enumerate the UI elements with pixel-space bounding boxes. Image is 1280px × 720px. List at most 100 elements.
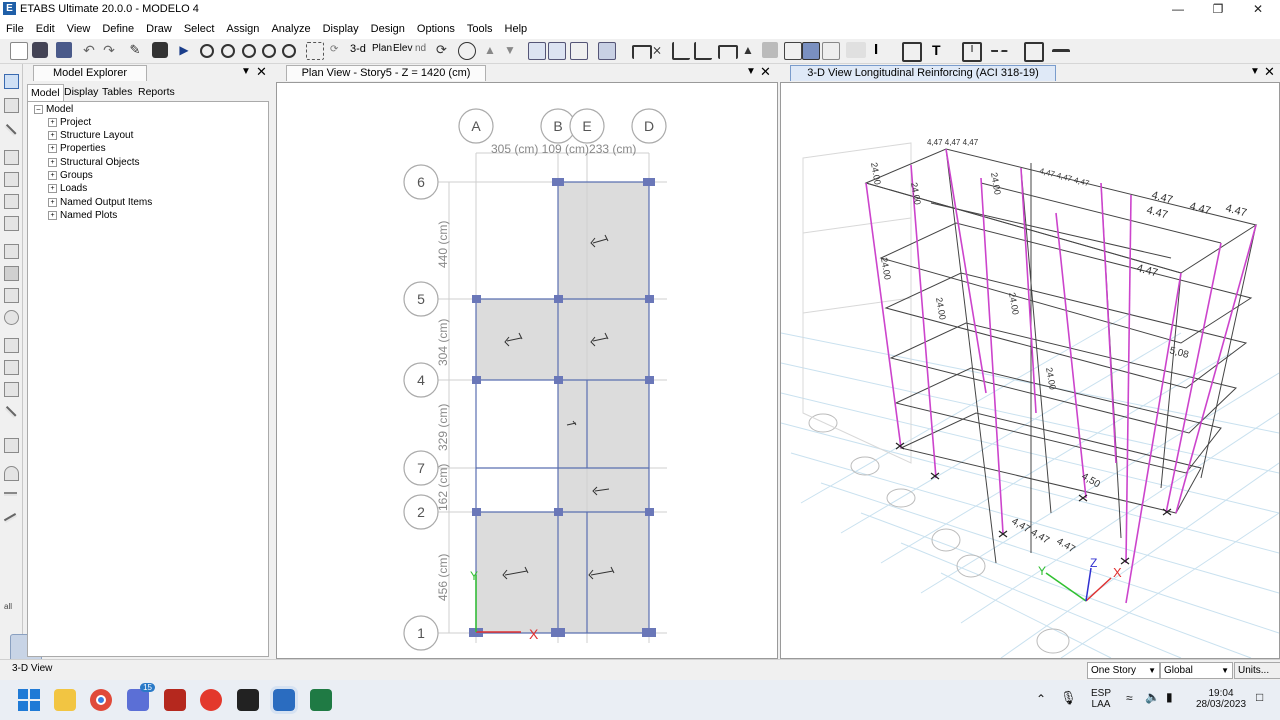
rotate-icon[interactable]: ⟳ <box>436 42 452 58</box>
expand-icon[interactable]: + <box>48 157 57 167</box>
tree-item-loads[interactable]: + Loads <box>48 183 87 195</box>
deselect-icon[interactable] <box>570 42 588 60</box>
collapse-icon[interactable]: – <box>34 104 43 114</box>
draw-dimension-icon[interactable] <box>4 405 17 419</box>
view3d-canvas[interactable]: 4,47 4,47 4,47 4,47 4,47 4,47 4.47 4.47 … <box>780 82 1280 659</box>
input-language[interactable]: ESP LAA <box>1088 688 1114 710</box>
menu-assign[interactable]: Assign <box>220 19 265 39</box>
zoom-out-icon[interactable] <box>282 44 296 58</box>
zoom-restore-icon[interactable] <box>221 44 235 58</box>
menu-file[interactable]: File <box>0 19 30 39</box>
tree-item-project[interactable]: + Project <box>48 117 91 129</box>
column-node[interactable] <box>554 508 563 516</box>
menu-display[interactable]: Display <box>317 19 365 39</box>
plan-view-tab[interactable]: Plan View - Story5 - Z = 1420 (cm) <box>286 65 486 81</box>
units-button[interactable]: Units... <box>1234 662 1280 679</box>
column-node[interactable] <box>645 376 654 384</box>
design-display-icon[interactable] <box>802 42 820 60</box>
clock[interactable]: 19:04 28/03/2023 <box>1190 688 1252 710</box>
draw-wall-stack-icon[interactable] <box>4 466 19 481</box>
menu-draw[interactable]: Draw <box>140 19 178 39</box>
story-select[interactable]: One Story ▼ <box>1087 662 1160 679</box>
pen-icon[interactable]: ✎ <box>127 42 143 58</box>
new-model-icon[interactable] <box>10 42 28 60</box>
menu-edit[interactable]: Edit <box>30 19 61 39</box>
teams-icon[interactable]: 15 <box>127 683 155 711</box>
column-node[interactable] <box>642 628 656 637</box>
tray-chevron-up-icon[interactable]: ⌃ <box>1036 692 1046 706</box>
menu-analyze[interactable]: Analyze <box>265 19 316 39</box>
tab-tables[interactable]: Tables <box>99 84 135 100</box>
slab-area[interactable] <box>476 299 649 380</box>
view3d-tab[interactable]: 3-D View Longitudinal Reinforcing (ACI 3… <box>790 65 1056 81</box>
file-explorer-icon[interactable] <box>54 689 76 711</box>
battery-icon[interactable]: ▮ <box>1166 690 1173 704</box>
microphone-icon[interactable]: 🎙 <box>1060 690 1077 706</box>
maximize-button[interactable]: ❐ <box>1198 0 1238 19</box>
expand-icon[interactable]: + <box>48 183 57 193</box>
column-node[interactable] <box>552 178 564 186</box>
expand-icon[interactable]: + <box>48 197 57 207</box>
etabs-taskbar-icon[interactable] <box>270 686 298 714</box>
tree-root[interactable]: – Model <box>34 104 73 116</box>
concrete-design-icon[interactable] <box>822 42 840 60</box>
menu-define[interactable]: Define <box>96 19 140 39</box>
shear-diagram-icon[interactable] <box>672 42 690 60</box>
acrobat-icon[interactable] <box>164 689 186 711</box>
moment-diagram-icon[interactable] <box>694 42 712 60</box>
open-icon[interactable] <box>32 42 48 58</box>
redo-icon[interactable]: ↷ <box>101 42 117 58</box>
column-node[interactable] <box>554 376 563 384</box>
tomato-timer-icon[interactable] <box>200 689 222 711</box>
chrome-icon[interactable] <box>90 689 112 711</box>
column-node[interactable] <box>472 508 481 516</box>
column-node[interactable] <box>551 628 565 637</box>
line-style-icon[interactable] <box>990 50 1008 54</box>
draw-link-icon[interactable] <box>4 338 19 353</box>
select-icon[interactable] <box>548 42 566 60</box>
sticky-notes-icon[interactable] <box>237 689 259 711</box>
nd-view-button[interactable]: nd <box>415 43 426 54</box>
panel-close-icon[interactable]: ✕ <box>1264 64 1275 80</box>
expand-icon[interactable]: + <box>48 117 57 127</box>
draw-section-cut-icon[interactable] <box>4 382 19 397</box>
panel-menu-icon[interactable]: ▼ <box>1250 66 1260 77</box>
text-tool-icon[interactable]: I <box>874 42 890 58</box>
panel-menu-icon[interactable]: ▼ <box>241 66 251 77</box>
draw-area-icon[interactable] <box>4 150 19 165</box>
tab-reports[interactable]: Reports <box>135 84 178 100</box>
tree-item-properties[interactable]: + Properties <box>48 143 106 155</box>
fill-tool-icon[interactable] <box>1024 42 1044 62</box>
story-response-icon[interactable] <box>762 42 778 58</box>
excel-icon[interactable] <box>310 689 332 711</box>
draw-frame-icon[interactable] <box>4 172 19 187</box>
lock-icon[interactable] <box>152 42 168 58</box>
draw-brace-icon[interactable] <box>4 216 19 231</box>
refresh-icon[interactable]: ⟳ <box>330 42 346 58</box>
section-tool-icon[interactable]: I <box>962 42 982 62</box>
zoom-extents-icon[interactable] <box>242 44 256 58</box>
reshape-tool-icon[interactable] <box>4 98 19 113</box>
rectangle-tool-icon[interactable] <box>902 42 922 62</box>
draw-point-icon[interactable] <box>4 310 19 325</box>
tab-model[interactable]: Model <box>27 84 64 101</box>
column-node[interactable] <box>643 178 655 186</box>
column-node[interactable] <box>472 295 481 303</box>
close-button[interactable]: ✕ <box>1238 0 1278 19</box>
mode-shape-icon[interactable] <box>784 42 802 60</box>
expand-icon[interactable]: + <box>48 143 57 153</box>
object-shrink-icon[interactable] <box>598 42 616 60</box>
notification-icon[interactable]: □ <box>1256 690 1263 704</box>
column-node[interactable] <box>645 508 654 516</box>
panel-close-icon[interactable]: ✕ <box>760 64 771 80</box>
undo-icon[interactable]: ↶ <box>81 42 97 58</box>
pointer-tool-icon[interactable] <box>4 74 19 89</box>
frame-icon[interactable] <box>632 45 652 59</box>
draw-column-icon[interactable] <box>4 194 19 209</box>
menu-design[interactable]: Design <box>365 19 411 39</box>
minimize-button[interactable]: — <box>1158 0 1198 19</box>
perspective-icon[interactable] <box>458 42 476 60</box>
column-node[interactable] <box>645 295 654 303</box>
line-weight-icon[interactable] <box>1052 49 1070 54</box>
draw-line-icon[interactable] <box>4 123 17 137</box>
